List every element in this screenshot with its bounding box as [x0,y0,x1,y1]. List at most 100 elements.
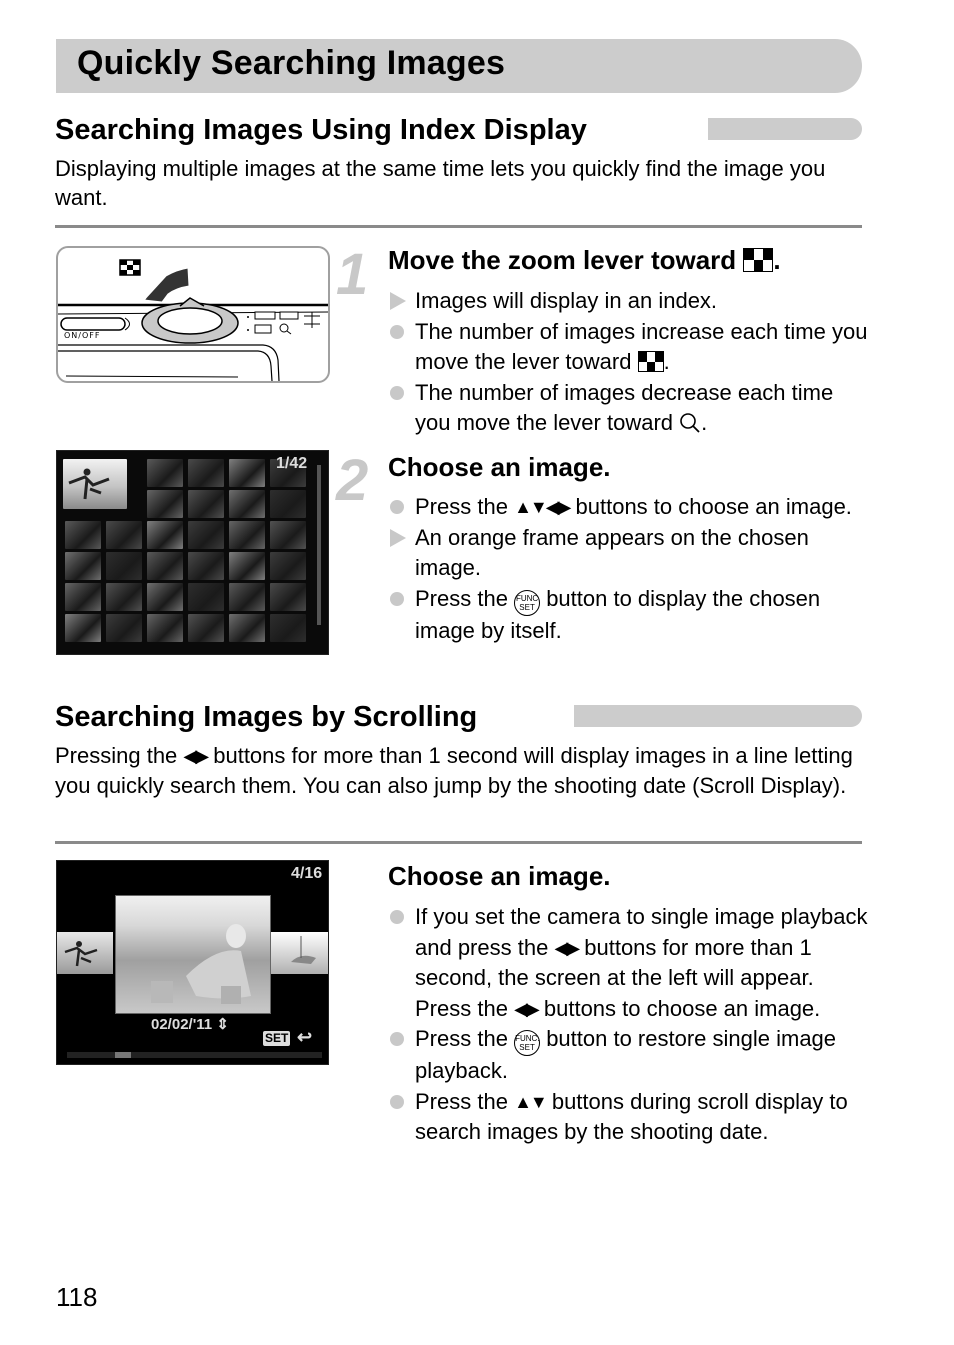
func-set-button-icon: FUNC SET [514,589,541,616]
note-item: Press the ▲▼◀▶ buttons to choose an imag… [388,492,868,523]
bullet-dot-icon [390,1032,404,1046]
note-item: Press the FUNC SET button to display the … [388,584,868,647]
index-thumbnail[interactable] [188,583,224,611]
index-thumbnail[interactable] [147,552,183,580]
index-thumbnail[interactable] [270,521,306,549]
index-thumbnail[interactable] [229,552,265,580]
scroll-step-bullets: If you set the camera to single image pl… [388,902,868,1148]
step-number-1: 1 [336,242,369,307]
index-thumbnail[interactable] [147,521,183,549]
image-counter: 4/16 [291,865,323,882]
result-arrow-icon [390,528,406,547]
bullet-dot-icon [390,910,404,924]
index-grid-icon [119,259,141,276]
index-thumbnail[interactable] [188,521,224,549]
index-thumbnail[interactable] [270,583,306,611]
index-thumbnail[interactable] [147,490,183,518]
section-heading-scrolling: Searching Images by Scrolling [55,701,478,733]
index-thumbnail[interactable] [147,583,183,611]
index-thumbnail[interactable] [229,521,265,549]
divider [55,841,862,844]
index-thumbnail[interactable] [188,552,224,580]
section-heading-index-display: Searching Images Using Index Display [55,114,587,146]
up-down-arrows-icon: ▲▼ [514,1091,548,1112]
left-right-arrows-icon: ◀▶ [183,746,209,766]
previous-image-thumbnail[interactable] [57,932,113,974]
step-number-2: 2 [336,448,369,513]
page-title: Quickly Searching Images [77,44,506,82]
left-right-arrows-icon: ◀▶ [514,998,540,1019]
step-1-title-text: Move the zoom lever toward [388,245,737,275]
step-1-title: Move the zoom lever toward . [388,245,781,275]
person-figure-icon [68,468,110,500]
index-thumbnail[interactable] [65,614,101,642]
selected-thumbnail[interactable] [63,459,127,509]
left-right-arrows-icon: ◀▶ [554,937,580,958]
index-thumbnail[interactable] [106,521,142,549]
index-thumbnail[interactable] [106,583,142,611]
index-thumbnail[interactable] [65,583,101,611]
beach-photo [151,924,251,1004]
index-thumbnail[interactable] [106,552,142,580]
bullet-dot-icon [390,385,404,400]
magnify-icon [680,413,700,433]
shooting-date: 02/02/'11 ⇕ [151,1016,229,1033]
scroll-thumb[interactable] [114,1052,131,1058]
index-thumbnail[interactable] [270,552,306,580]
index-thumbnail[interactable] [229,459,265,487]
index-thumbnail[interactable] [188,614,224,642]
image-counter: 1/42 [276,455,308,472]
index-thumbnail[interactable] [188,459,224,487]
person-figure-icon [64,941,98,967]
index-thumbnail[interactable] [147,459,183,487]
result-arrow-icon [390,292,406,310]
bullet-dot-icon [390,324,404,339]
set-button-icon: SET [263,1031,291,1046]
bullet-dot-icon [390,591,404,606]
section-heading-bar [574,705,862,727]
back-icon: ↩ [297,1027,313,1047]
up-down-left-right-arrows-icon: ▲▼◀▶ [514,497,571,517]
zoom-lever-illustration: ON/OFF [56,246,330,383]
index-grid-icon [637,351,664,372]
func-set-button-icon: FUNC. SET [514,1030,541,1056]
result-item: Images will display in an index. [388,286,868,317]
scrollbar[interactable] [317,465,321,625]
section-heading-bar [708,118,862,140]
bullet-dot-icon [390,500,404,514]
bullet-dot-icon [390,1094,404,1109]
step-1-bullets: Images will display in an index. The num… [388,286,868,439]
index-thumbnail[interactable] [229,583,265,611]
divider [55,225,862,228]
step-2-bullets: Press the ▲▼◀▶ buttons to choose an imag… [388,492,868,646]
boat-icon [291,936,316,964]
note-item: The number of images decrease each time … [388,378,868,439]
result-item: An orange frame appears on the chosen im… [388,523,868,584]
index-thumbnail[interactable] [147,614,183,642]
step-2-title: Choose an image. [388,452,611,482]
index-thumbnail[interactable] [106,614,142,642]
page-number: 118 [56,1282,98,1312]
index-thumbnail[interactable] [65,552,101,580]
section-intro: Pressing the ◀▶ buttons for more than 1 … [55,743,853,798]
index-thumbnail[interactable] [229,614,265,642]
index-thumbnail[interactable] [270,490,306,518]
index-thumbnail[interactable] [188,490,224,518]
note-item: Press the FUNC. SET button to restore sin… [388,1024,868,1087]
section-intro: Displaying multiple images at the same t… [55,156,826,210]
arrow-icon [142,267,190,303]
index-thumbnail[interactable] [229,490,265,518]
note-item: The number of images increase each time … [388,317,868,378]
scroll-step-title: Choose an image. [388,861,611,891]
next-image-thumbnail[interactable] [271,932,328,974]
note-item: Press the ▲▼ buttons during scroll displ… [388,1087,868,1148]
up-down-icon: ⇕ [216,1016,229,1033]
index-thumbnail[interactable] [65,521,101,549]
current-image[interactable] [115,895,271,1014]
scroll-track[interactable] [67,1052,322,1058]
scroll-display-screen: 4/16 02/02/'11 ⇕ SET ↩ [56,860,329,1065]
camera-top-drawing: ON/OFF [58,259,328,381]
index-display-screen: 1/42 [56,450,329,655]
power-label: ON/OFF [64,331,100,340]
index-thumbnail[interactable] [270,614,306,642]
